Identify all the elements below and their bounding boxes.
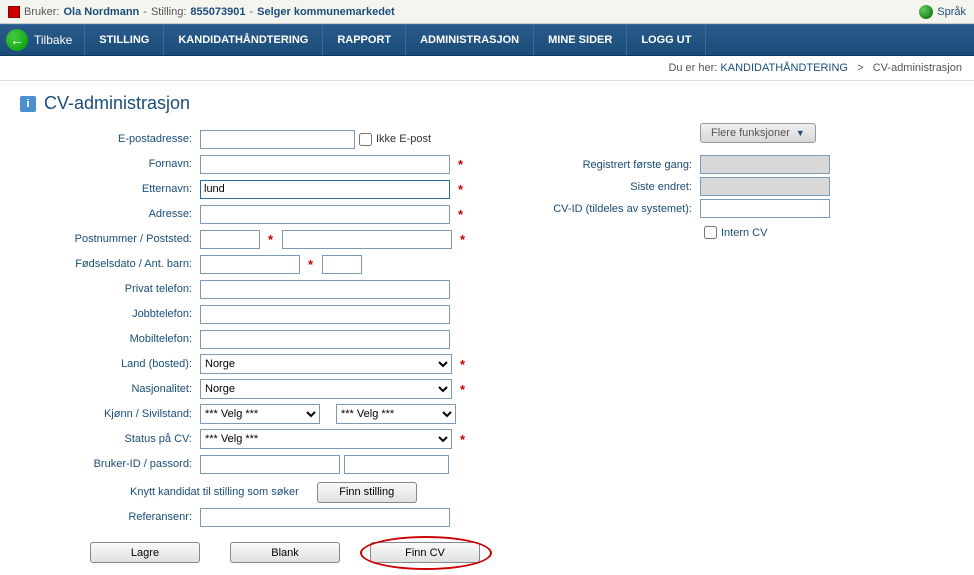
poststed-input[interactable] xyxy=(282,230,452,249)
cvid-label: CV-ID (tildeles av systemet): xyxy=(520,203,700,215)
ikke-epost-label: Ikke E-post xyxy=(376,133,431,145)
nav-rapport[interactable]: RAPPORT xyxy=(323,25,406,55)
nav-logg-ut[interactable]: LOGG UT xyxy=(627,25,706,55)
stilling-id: 855073901 xyxy=(190,6,245,18)
nav-kandidathandtering[interactable]: KANDIDATHÅNDTERING xyxy=(164,25,323,55)
language-label: Språk xyxy=(937,6,966,18)
epost-label: E-postadresse: xyxy=(20,133,200,145)
nasjonalitet-select[interactable]: Norge xyxy=(200,379,452,399)
required-icon: * xyxy=(460,382,470,397)
nav-stilling[interactable]: STILLING xyxy=(85,25,164,55)
siste-endret-label: Siste endret: xyxy=(520,181,700,193)
required-icon: * xyxy=(460,357,470,372)
app-logo-icon xyxy=(8,6,20,18)
status-label: Status på CV: xyxy=(20,433,200,445)
passord-input[interactable] xyxy=(344,455,449,474)
header-user-info: Bruker: Ola Nordmann - Stilling: 8550739… xyxy=(8,6,395,18)
finn-stilling-button[interactable]: Finn stilling xyxy=(317,482,417,503)
nav-administrasjon[interactable]: ADMINISTRASJON xyxy=(406,25,534,55)
etternavn-input[interactable] xyxy=(200,180,450,199)
flere-funksjoner-button[interactable]: Flere funksjoner ▼ xyxy=(700,123,816,143)
antbarn-input[interactable] xyxy=(322,255,362,274)
breadcrumb-sep: > xyxy=(857,62,863,74)
brukerid-label: Bruker-ID / passord: xyxy=(20,458,200,470)
intern-cv-checkbox[interactable] xyxy=(704,226,717,239)
siste-endret-input xyxy=(700,177,830,196)
ikke-epost-checkbox[interactable] xyxy=(359,133,372,146)
required-icon: * xyxy=(458,157,468,172)
knytt-label: Knytt kandidat til stilling som søker xyxy=(20,486,307,498)
status-select[interactable]: *** Velg *** xyxy=(200,429,452,449)
stilling-label: Stilling: xyxy=(151,6,186,18)
registrert-input xyxy=(700,155,830,174)
etternavn-label: Etternavn: xyxy=(20,183,200,195)
required-icon: * xyxy=(268,232,278,247)
nasjonalitet-label: Nasjonalitet: xyxy=(20,383,200,395)
flere-funksjoner-label: Flere funksjoner xyxy=(711,127,790,139)
lagre-button[interactable]: Lagre xyxy=(90,542,200,563)
epost-input[interactable] xyxy=(200,130,355,149)
brukerid-input[interactable] xyxy=(200,455,340,474)
fornavn-input[interactable] xyxy=(200,155,450,174)
main-nav: ← Tilbake STILLING KANDIDATHÅNDTERING RA… xyxy=(0,24,974,56)
mobil-tel-label: Mobiltelefon: xyxy=(20,333,200,345)
required-icon: * xyxy=(460,232,470,247)
postnr-label: Postnummer / Poststed: xyxy=(20,233,200,245)
required-icon: * xyxy=(458,182,468,197)
mobil-tel-input[interactable] xyxy=(200,330,450,349)
finn-cv-button[interactable]: Finn CV xyxy=(370,542,480,563)
ikke-epost-row[interactable]: Ikke E-post xyxy=(359,133,431,146)
kjonn-label: Kjønn / Sivilstand: xyxy=(20,408,200,420)
privat-tel-input[interactable] xyxy=(200,280,450,299)
language-selector[interactable]: Språk xyxy=(919,5,966,19)
back-label: Tilbake xyxy=(34,33,72,47)
required-icon: * xyxy=(460,432,470,447)
postnummer-input[interactable] xyxy=(200,230,260,249)
cvid-input[interactable] xyxy=(700,199,830,218)
breadcrumb-link[interactable]: KANDIDATHÅNDTERING xyxy=(720,62,848,74)
fornavn-label: Fornavn: xyxy=(20,158,200,170)
jobb-tel-input[interactable] xyxy=(200,305,450,324)
referansenr-input[interactable] xyxy=(200,508,450,527)
header-bar: Bruker: Ola Nordmann - Stilling: 8550739… xyxy=(0,0,974,24)
adresse-label: Adresse: xyxy=(20,208,200,220)
blank-button[interactable]: Blank xyxy=(230,542,340,563)
land-label: Land (bosted): xyxy=(20,358,200,370)
back-button[interactable]: ← Tilbake xyxy=(0,25,85,55)
intern-cv-label: Intern CV xyxy=(721,227,767,239)
stilling-title: Selger kommunemarkedet xyxy=(257,6,395,18)
nav-mine-sider[interactable]: MINE SIDER xyxy=(534,25,627,55)
adresse-input[interactable] xyxy=(200,205,450,224)
referansenr-label: Referansenr: xyxy=(20,511,200,523)
breadcrumb-current: CV-administrasjon xyxy=(873,62,962,74)
fodsel-label: Fødselsdato / Ant. barn: xyxy=(20,258,200,270)
bruker-name: Ola Nordmann xyxy=(63,6,139,18)
fodselsdato-input[interactable] xyxy=(200,255,300,274)
land-select[interactable]: Norge xyxy=(200,354,452,374)
required-icon: * xyxy=(308,257,318,272)
page-title: i CV-administrasjon xyxy=(20,93,480,114)
info-icon: i xyxy=(20,96,36,112)
kjonn-select[interactable]: *** Velg *** xyxy=(200,404,320,424)
required-icon: * xyxy=(458,207,468,222)
registrert-label: Registrert første gang: xyxy=(520,159,700,171)
back-arrow-icon: ← xyxy=(6,29,28,51)
privat-tel-label: Privat telefon: xyxy=(20,283,200,295)
globe-icon xyxy=(919,5,933,19)
bruker-label: Bruker: xyxy=(24,6,59,18)
breadcrumb: Du er her: KANDIDATHÅNDTERING > CV-admin… xyxy=(0,56,974,81)
breadcrumb-prefix: Du er her: xyxy=(668,62,717,74)
sivilstand-select[interactable]: *** Velg *** xyxy=(336,404,456,424)
caret-down-icon: ▼ xyxy=(796,128,805,138)
jobb-tel-label: Jobbtelefon: xyxy=(20,308,200,320)
